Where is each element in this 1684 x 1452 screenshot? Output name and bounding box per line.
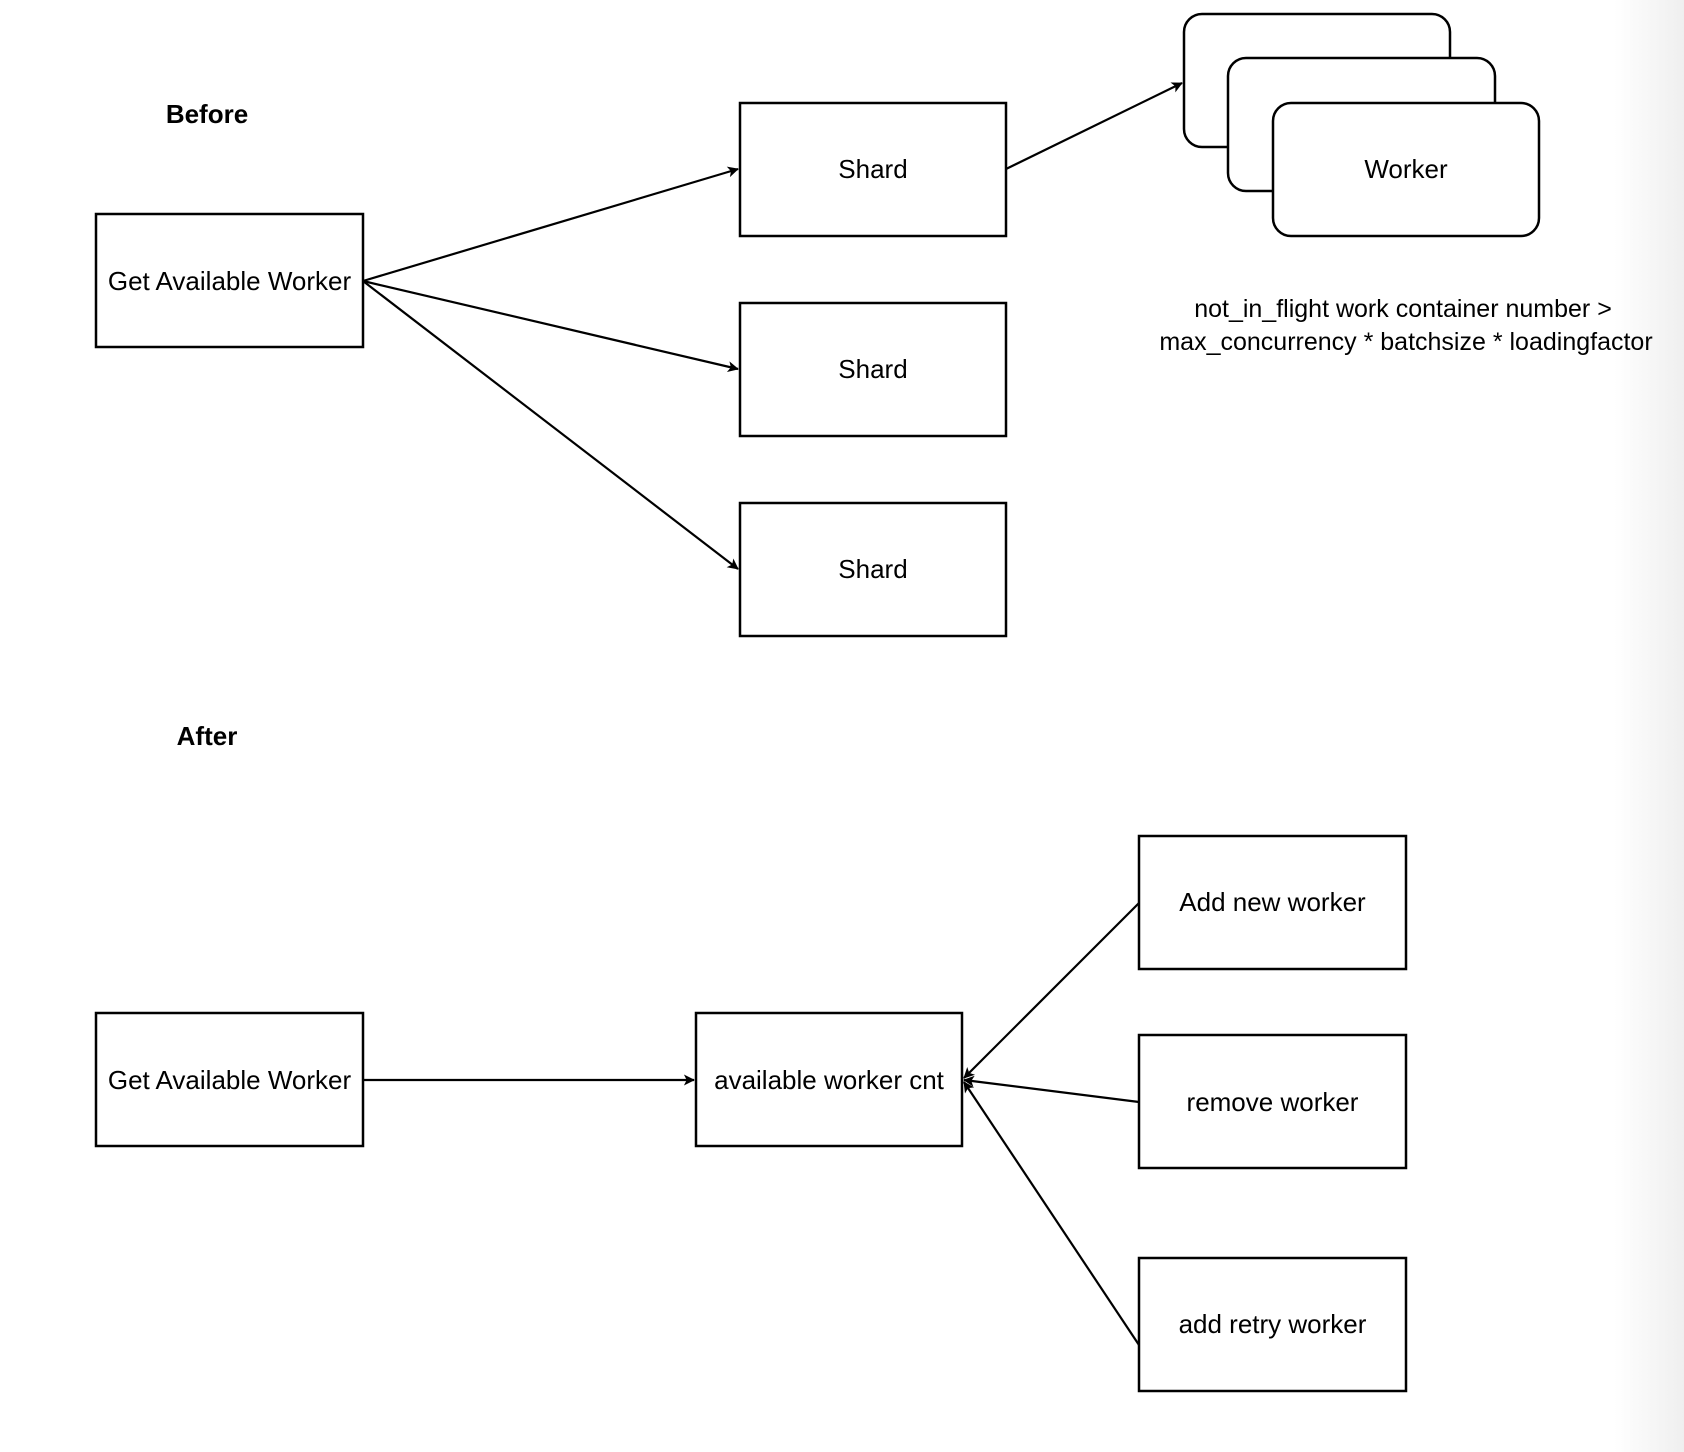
worker-label: Worker: [1364, 154, 1448, 184]
edge-remove-to-counter: [963, 1075, 1140, 1104]
edge-retry-to-counter: [963, 1081, 1140, 1346]
note-line-1: not_in_flight work container number >: [1194, 295, 1612, 323]
add-new-worker-label: Add new worker: [1179, 887, 1366, 917]
available-worker-cnt-node[interactable]: available worker cnt: [694, 1011, 964, 1148]
shard-node-3[interactable]: Shard: [738, 501, 1008, 638]
get-available-worker-label: Get Available Worker: [108, 266, 352, 296]
add-new-worker-node[interactable]: Add new worker: [1137, 834, 1408, 971]
before-label: Before: [166, 99, 248, 129]
concurrency-note: not_in_flight work container number > ma…: [1159, 295, 1652, 356]
available-worker-cnt-label: available worker cnt: [714, 1065, 945, 1095]
add-retry-worker-node[interactable]: add retry worker: [1137, 1256, 1408, 1393]
before-section: Before Get Available Worker Shard Shard …: [94, 12, 1653, 638]
worker-stack[interactable]: Worker: [1182, 12, 1541, 238]
remove-worker-label: remove worker: [1187, 1087, 1359, 1117]
add-retry-worker-label: add retry worker: [1179, 1309, 1367, 1339]
diagram-canvas: marker#arrow { overflow: visible; } Befo…: [94, 12, 1653, 1393]
shard-label: Shard: [838, 154, 907, 184]
note-line-2: max_concurrency * batchsize * loadingfac…: [1159, 328, 1652, 356]
shard-node-1[interactable]: Shard: [738, 101, 1008, 238]
shard-label: Shard: [838, 554, 907, 584]
after-label: After: [177, 721, 238, 751]
shard-node-2[interactable]: Shard: [738, 301, 1008, 438]
shard-label: Shard: [838, 354, 907, 384]
after-section: After Get Available Worker available wor…: [94, 721, 1408, 1393]
get-available-worker-node[interactable]: Get Available Worker: [94, 212, 365, 349]
edge-source-to-shard-1: [362, 166, 739, 283]
get-available-worker-label: Get Available Worker: [108, 1065, 352, 1095]
get-available-worker-node-after[interactable]: Get Available Worker: [94, 1011, 365, 1148]
edge-shard-to-workers: [1005, 82, 1183, 170]
edge-add-new-to-counter: [963, 902, 1140, 1079]
remove-worker-node[interactable]: remove worker: [1137, 1033, 1408, 1170]
